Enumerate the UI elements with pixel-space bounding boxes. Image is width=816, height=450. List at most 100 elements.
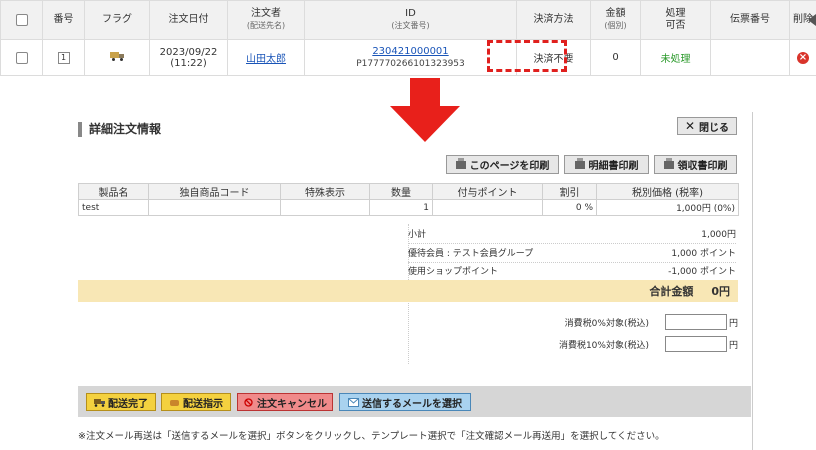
- printer-icon: [663, 157, 674, 169]
- row-slip-cell[interactable]: [710, 39, 790, 76]
- header-number: 番号: [42, 0, 85, 40]
- detail-items-table: 製品名 独自商品コード 特殊表示 数量 付与ポイント 割引 税別価格 (税率) …: [78, 183, 739, 216]
- subtotal-label: 小計: [408, 230, 427, 240]
- printer-icon: [455, 157, 466, 169]
- cancel-order-button[interactable]: 注文キャンセル: [237, 393, 333, 411]
- used-points-label: 使用ショップポイント: [408, 267, 499, 277]
- total-value: 0円: [711, 285, 730, 298]
- order-id-link[interactable]: 230421000001: [372, 46, 448, 57]
- tax-10-input[interactable]: [664, 336, 727, 352]
- col-product-name: 製品名: [78, 183, 149, 200]
- row-date-cell: 2023/09/22 (11:22): [149, 39, 228, 76]
- row-orderer-cell: 山田太郎: [227, 39, 305, 76]
- used-points-row: 使用ショップポイント -1,000 ポイント: [408, 261, 736, 281]
- used-points-value: -1,000 ポイント: [668, 267, 736, 277]
- col-quantity: 数量: [369, 183, 433, 200]
- item-discount: 0 %: [542, 199, 597, 216]
- row-id-cell: 230421000001 P177770266101323953: [304, 39, 517, 76]
- print-receipt-button[interactable]: 領収書印刷: [654, 155, 737, 174]
- col-points: 付与ポイント: [432, 183, 543, 200]
- header-flag: フラグ: [84, 0, 150, 40]
- col-discount: 割引: [542, 183, 597, 200]
- collapse-arrow-icon[interactable]: [808, 14, 816, 26]
- row-amount-cell: 0: [590, 39, 641, 76]
- col-price: 税別価格 (税率): [596, 183, 739, 200]
- total-label: 合計金額: [649, 285, 694, 298]
- member-points-label: 優待会員 : テスト会員グループ: [408, 249, 534, 259]
- print-statement-button[interactable]: 明細書印刷: [564, 155, 649, 174]
- prohibited-icon: [244, 397, 253, 407]
- tax-0-unit: 円: [728, 318, 738, 329]
- header-orderer-sub: (配送先名): [246, 21, 286, 30]
- print-page-button[interactable]: このページを印刷: [446, 155, 559, 174]
- header-id: ID (注文番号): [304, 0, 517, 40]
- row-time: (11:22): [170, 57, 207, 69]
- truck-icon: [94, 398, 105, 407]
- order-table-header: 番号 フラグ 注文日付 注文者 (配送先名) ID (注文番号) 決済方法 金額 (個…: [0, 0, 816, 40]
- row-number: 1: [57, 51, 70, 64]
- header-orderer: 注文者 (配送先名): [227, 0, 305, 40]
- header-orderer-label: 注文者: [251, 8, 281, 19]
- select-mail-label: 送信するメールを選択: [362, 398, 462, 410]
- close-button[interactable]: ✕ 閉じる: [677, 117, 737, 135]
- select-all-header[interactable]: [0, 0, 43, 40]
- tax-10-unit: 円: [728, 340, 738, 351]
- delete-icon[interactable]: ×: [797, 51, 809, 64]
- total-bar: 合計金額 0円: [78, 280, 738, 302]
- header-amount-sub: (個別): [604, 21, 627, 30]
- delivery-instruction-label: 配送指示: [183, 398, 223, 410]
- tax-10-row: 消費税10%対象(税込) 円: [408, 336, 738, 352]
- resend-note: ※注文メール再送は「送信するメールを選択」ボタンをクリックし、テンプレート選択で…: [78, 431, 665, 442]
- hand-icon: [170, 399, 179, 406]
- tax-10-label: 消費税10%対象(税込): [558, 340, 649, 351]
- tax-0-input[interactable]: [664, 314, 727, 330]
- close-icon: ✕: [684, 119, 696, 133]
- header-order-date: 注文日付: [149, 0, 228, 40]
- orderer-link[interactable]: 山田太郎: [246, 54, 286, 65]
- tax-0-row: 消費税0%対象(税込) 円: [408, 314, 738, 330]
- subtotal-value: 1,000円: [701, 230, 736, 240]
- header-id-label: ID: [405, 8, 416, 19]
- col-special: 特殊表示: [280, 183, 370, 200]
- printer-icon: [574, 157, 585, 169]
- item-special: [280, 199, 370, 216]
- item-qty: 1: [369, 199, 433, 216]
- member-points-value: 1,000 ポイント: [671, 249, 736, 259]
- subtotal-row: 小計 1,000円: [408, 224, 736, 244]
- row-select-cell[interactable]: [0, 39, 43, 76]
- row-flag-cell: [84, 39, 150, 76]
- row-number-cell: 1: [42, 39, 85, 76]
- delivery-instruction-button[interactable]: 配送指示: [161, 393, 231, 411]
- item-name: test: [78, 199, 149, 216]
- row-date: 2023/09/22: [159, 46, 218, 58]
- tax-0-label: 消費税0%対象(税込): [564, 318, 649, 329]
- header-process-label: 処理: [665, 8, 686, 19]
- order-number: P177770266101323953: [356, 59, 465, 69]
- delivery-complete-button[interactable]: 配送完了: [86, 393, 156, 411]
- item-points: [432, 199, 543, 216]
- header-id-sub: (注文番号): [391, 21, 430, 30]
- detail-title: 詳細注文情報: [78, 122, 161, 137]
- print-receipt-label: 領収書印刷: [677, 161, 728, 172]
- payment-highlight-box: [487, 40, 567, 72]
- col-product-code: 独自商品コード: [148, 183, 281, 200]
- header-amount: 金額 (個別): [590, 0, 641, 40]
- print-statement-label: 明細書印刷: [588, 161, 639, 172]
- down-arrow-icon: [390, 78, 460, 142]
- cancel-order-label: 注文キャンセル: [257, 398, 327, 410]
- item-code: [148, 199, 281, 216]
- delivery-complete-label: 配送完了: [108, 398, 148, 410]
- panel-divider: [752, 112, 753, 450]
- row-checkbox[interactable]: [15, 51, 28, 64]
- select-all-checkbox[interactable]: [15, 13, 28, 26]
- detail-header-row: 製品名 独自商品コード 特殊表示 数量 付与ポイント 割引 税別価格 (税率): [78, 183, 739, 200]
- header-process: 処理 可否: [640, 0, 711, 40]
- item-price: 1,000円 (0%): [596, 199, 739, 216]
- table-row: test 1 0 % 1,000円 (0%): [78, 199, 739, 216]
- print-page-label: このページを印刷: [469, 161, 550, 172]
- close-label: 閉じる: [699, 122, 730, 134]
- header-payment: 決済方法: [516, 0, 591, 40]
- table-row: 1 2023/09/22 (11:22) 山田太郎 230421000001 P17…: [0, 39, 816, 76]
- row-status-cell: 未処理: [640, 39, 711, 76]
- select-mail-button[interactable]: 送信するメールを選択: [339, 393, 471, 411]
